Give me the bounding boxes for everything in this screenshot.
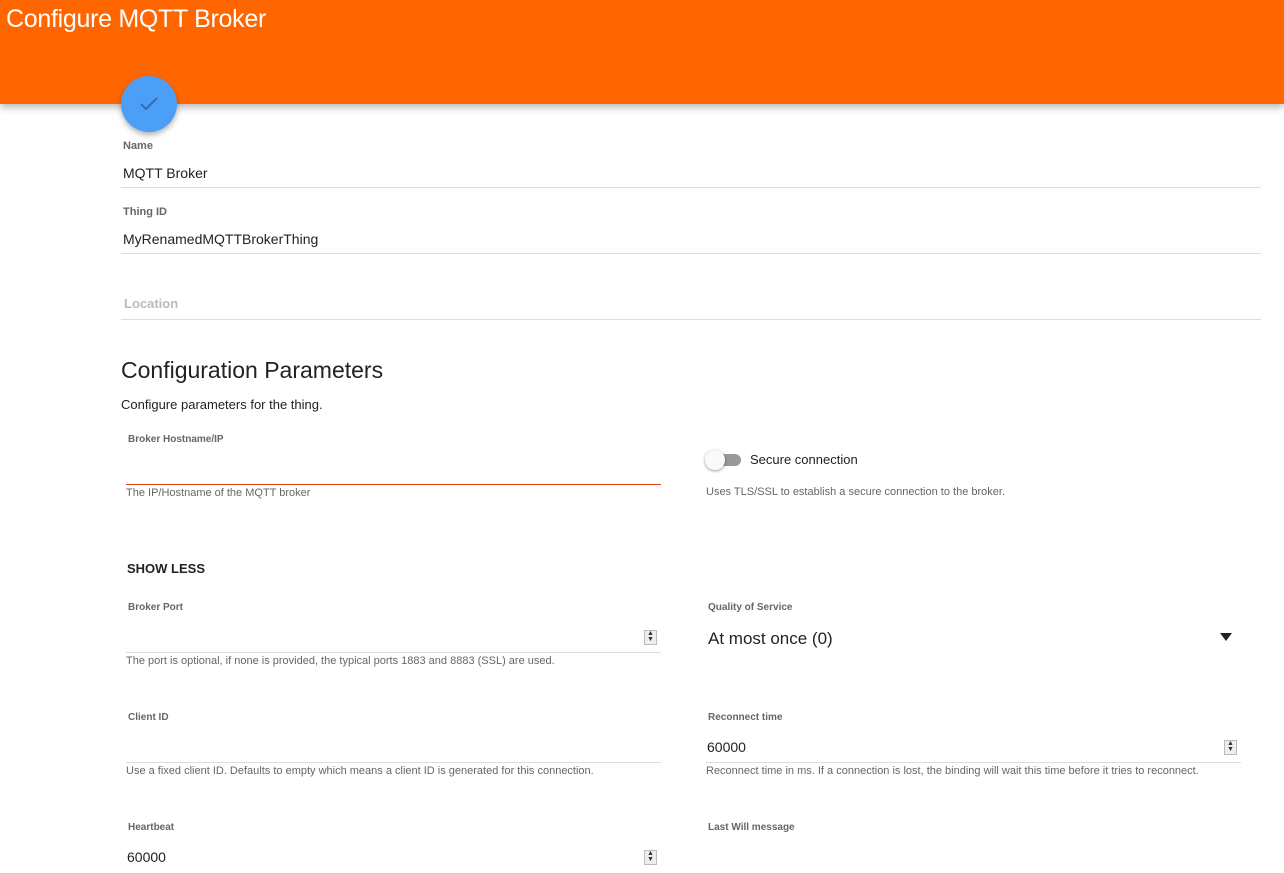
port-stepper[interactable]: ▲ ▼ — [644, 630, 657, 645]
heartbeat-label: Heartbeat — [128, 822, 175, 833]
location-input[interactable]: Location — [124, 296, 178, 311]
save-button[interactable] — [121, 76, 177, 132]
thing-id-input[interactable]: MyRenamedMQTTBrokerThing — [123, 231, 318, 247]
qos-select[interactable]: At most once (0) — [706, 627, 1240, 655]
reconnect-hint: Reconnect time in ms. If a connection is… — [706, 765, 1199, 777]
port-input[interactable]: ▲ ▼ — [126, 625, 661, 653]
client-id-input[interactable] — [126, 735, 661, 763]
config-subtitle: Configure parameters for the thing. — [121, 397, 323, 412]
check-icon — [140, 97, 158, 111]
config-heading: Configuration Parameters — [121, 357, 384, 383]
qos-value: At most once (0) — [708, 629, 833, 648]
secure-connection-toggle[interactable] — [705, 450, 741, 470]
port-hint: The port is optional, if none is provide… — [126, 655, 555, 667]
page-title: Configure MQTT Broker — [6, 5, 266, 33]
port-label: Broker Port — [128, 602, 184, 613]
host-hint: The IP/Hostname of the MQTT broker — [126, 487, 311, 499]
reconnect-input[interactable]: 60000 ▲ ▼ — [706, 735, 1241, 763]
client-id-label: Client ID — [128, 712, 169, 723]
app-header: Configure MQTT Broker — [0, 0, 1284, 104]
dropdown-arrow-icon — [1220, 633, 1232, 641]
secure-connection-label: Secure connection — [750, 452, 858, 467]
reconnect-label: Reconnect time — [708, 712, 783, 723]
qos-label: Quality of Service — [708, 602, 793, 613]
thing-id-label: Thing ID — [123, 206, 167, 218]
name-input[interactable]: MQTT Broker — [123, 165, 208, 181]
secure-connection-hint: Uses TLS/SSL to establish a secure conne… — [706, 486, 1006, 498]
reconnect-value: 60000 — [707, 739, 746, 755]
name-underline — [121, 187, 1261, 188]
thing-id-underline — [121, 253, 1261, 254]
heartbeat-input[interactable]: 60000 ▲ ▼ — [126, 845, 661, 873]
reconnect-stepper[interactable]: ▲ ▼ — [1224, 740, 1237, 755]
client-id-hint: Use a fixed client ID. Defaults to empty… — [126, 765, 594, 777]
location-underline — [121, 319, 1261, 320]
host-label: Broker Hostname/IP — [128, 434, 224, 445]
last-will-label: Last Will message — [708, 822, 795, 833]
show-less-button[interactable]: SHOW LESS — [127, 561, 205, 576]
host-input[interactable] — [126, 455, 661, 485]
name-label: Name — [123, 140, 153, 152]
